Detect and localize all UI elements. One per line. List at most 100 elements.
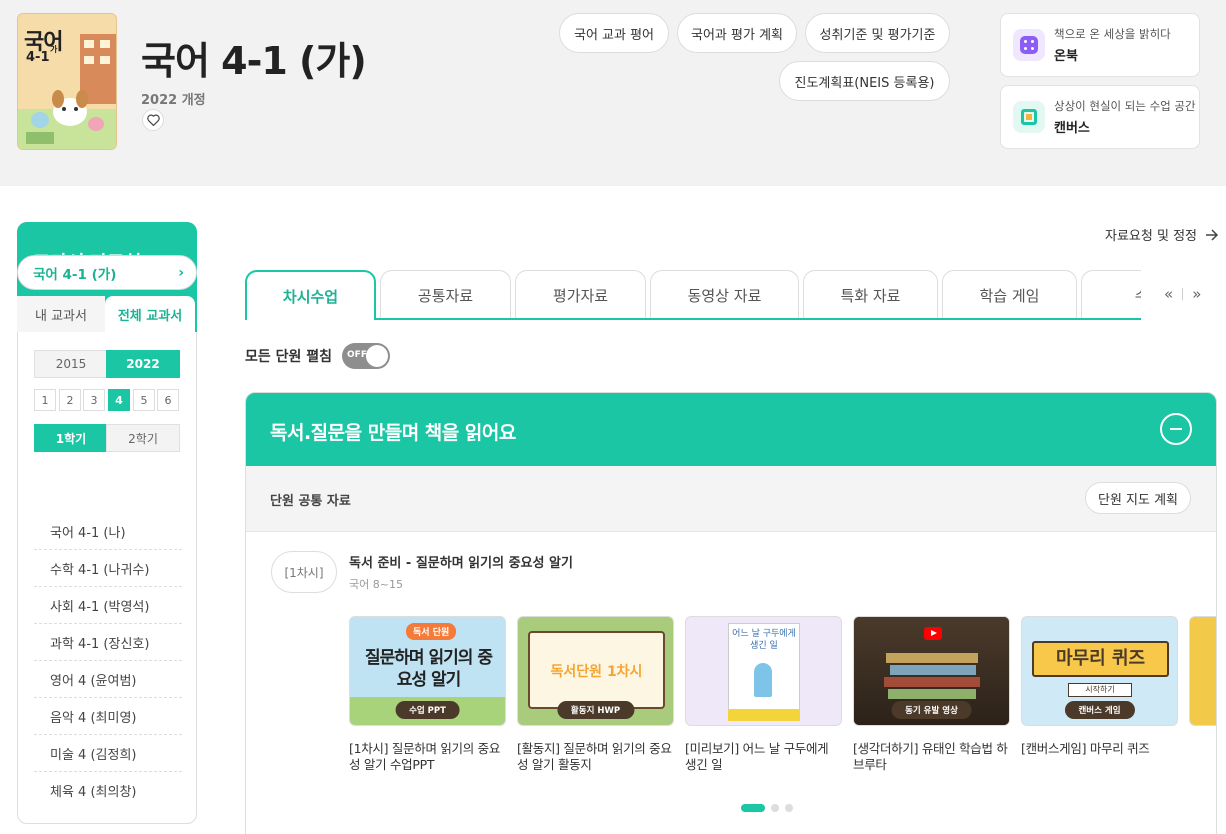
grade-option-5[interactable]: 5 xyxy=(133,389,155,411)
subject-eval-button[interactable]: 국어 교과 평어 xyxy=(559,13,669,53)
resource-card[interactable]: 동기 유발 영상 [생각더하기] 유태인 학습법 하브루타 xyxy=(853,616,1010,777)
thumb-title: 질문하며 읽기의 중요성 알기 xyxy=(365,648,493,691)
thumb-start-label: 시작하기 xyxy=(1068,683,1132,697)
ppt-thumbnail: 독서 단원 질문하며 읽기의 중요성 알기 수업 PPT xyxy=(349,616,506,726)
resource-tabs: 차시수업 공통자료 평가자료 동영상 자료 특화 자료 학습 게임 수학 xyxy=(245,270,1141,320)
expand-all-label: 모든 단원 펼침 xyxy=(245,349,333,365)
sidebar-book-item[interactable]: 음악 4 (최미영) xyxy=(34,698,182,735)
unit-header: 독서.질문을 만들며 책을 읽어요 xyxy=(246,393,1216,466)
sidebar-book-item[interactable]: 영어 4 (윤여범) xyxy=(34,661,182,698)
expand-all-toggle[interactable]: OFF xyxy=(342,343,391,369)
tab-math[interactable]: 수학 xyxy=(1081,270,1141,320)
collapse-icon[interactable] xyxy=(1160,413,1192,445)
sidebar-book-item[interactable]: 사회 4-1 (박영석) xyxy=(34,587,182,624)
book-preview-thumbnail: 어느 날 구두에게 생긴 일 xyxy=(685,616,842,726)
resource-caption: [생각더하기] 유태인 학습법 하브루타 xyxy=(853,741,1008,773)
carousel-dot-active[interactable] xyxy=(741,804,765,812)
tab-special[interactable]: 특화 자료 xyxy=(803,270,938,320)
sidebar-book-item[interactable]: 과학 4-1 (장신호) xyxy=(34,624,182,661)
canvas-name: 캔버스 xyxy=(1054,121,1090,136)
sidebar-book-item[interactable]: 국어 4-1 (나) xyxy=(34,513,182,550)
sidebar-book-item[interactable]: 수학 4-1 (나귀수) xyxy=(34,550,182,587)
tab-scroll-controls: « » xyxy=(1164,285,1201,303)
tab-evaluation[interactable]: 평가자료 xyxy=(515,270,646,320)
video-thumbnail: 동기 유발 영상 xyxy=(853,616,1010,726)
toggle-state: OFF xyxy=(347,350,367,360)
canvas-icon xyxy=(1013,101,1045,133)
year-option-2022[interactable]: 2022 xyxy=(106,350,180,378)
heart-icon xyxy=(146,114,160,126)
year-option-2015[interactable]: 2015 xyxy=(34,350,108,378)
request-correction-label: 자료요청 및 정정 xyxy=(1105,229,1197,244)
semester-option-2[interactable]: 2학기 xyxy=(106,424,180,452)
book-header: 국어 4-1 가 국어 4-1 (가) 2022 개정 국어 교과 평어 국어과… xyxy=(0,0,1226,186)
tab-video[interactable]: 동영상 자료 xyxy=(650,270,799,320)
carousel-dot[interactable] xyxy=(771,804,779,812)
resource-card[interactable]: 독서단원 1차시 활동지 HWP [활동지] 질문하며 읽기의 중요성 알기 활… xyxy=(517,616,674,777)
unit-plan-button[interactable]: 단원 지도 계획 xyxy=(1085,482,1191,514)
thumb-chip: 동기 유발 영상 xyxy=(891,701,972,719)
carousel-dot[interactable] xyxy=(785,804,793,812)
toggle-knob xyxy=(366,345,389,367)
sidebar-book-item-active[interactable]: 국어 4-1 (가) › xyxy=(17,255,197,290)
unit-common-row: 단원 공통 자료 단원 지도 계획 xyxy=(246,466,1216,532)
tab-prev-icon[interactable]: « xyxy=(1164,285,1173,303)
resource-card[interactable]: 독서 단원 질문하며 읽기의 중요성 알기 수업 PPT [1차시] 질문하며 … xyxy=(349,616,506,777)
worksheet-thumbnail: 독서단원 1차시 활동지 HWP xyxy=(517,616,674,726)
grade-option-3[interactable]: 3 xyxy=(83,389,105,411)
thumbnail xyxy=(1189,616,1216,726)
grade-option-4[interactable]: 4 xyxy=(108,389,130,411)
resource-caption: [캔버스게임] 마무리 퀴즈 xyxy=(1021,741,1150,756)
onbook-name: 온북 xyxy=(1054,49,1078,64)
resource-card[interactable]: 어느 날 구두에게 생긴 일 [미리보기] 어느 날 구두에게 생긴 일 xyxy=(685,616,842,777)
grade-option-1[interactable]: 1 xyxy=(34,389,56,411)
resource-card[interactable]: 마무리 퀴즈 시작하기 캔버스 게임 [캔버스게임] 마무리 퀴즈 xyxy=(1021,616,1178,777)
divider xyxy=(1182,288,1184,300)
tab-common[interactable]: 공통자료 xyxy=(380,270,511,320)
resource-card[interactable] xyxy=(1189,616,1216,726)
sidebar-book-item[interactable]: 체육 4 (최의창) xyxy=(34,772,182,809)
canvas-promo[interactable]: 상상이 현실이 되는 수업 공간 캔버스 xyxy=(1000,85,1200,149)
book-cover-image: 국어 4-1 가 xyxy=(17,13,117,150)
arrow-right-icon xyxy=(1206,228,1219,241)
semester-option-1[interactable]: 1학기 xyxy=(34,424,108,452)
carousel-pagination xyxy=(741,804,793,812)
standards-button[interactable]: 성취기준 및 평가기준 xyxy=(805,13,950,53)
sidebar-book-item[interactable]: 미술 4 (김정희) xyxy=(34,735,182,772)
favorite-button[interactable] xyxy=(142,109,164,131)
cover-grade: 4-1 xyxy=(26,50,50,65)
onbook-promo[interactable]: 책으로 온 세상을 밝히다 온북 xyxy=(1000,13,1200,77)
tab-all-textbooks[interactable]: 전체 교과서 xyxy=(105,296,195,332)
chevron-right-icon: › xyxy=(178,265,184,281)
progress-plan-button[interactable]: 진도계획표(NEIS 등록용) xyxy=(779,61,950,101)
tab-next-icon[interactable]: » xyxy=(1192,285,1201,303)
resource-caption: [1차시] 질문하며 읽기의 중요성 알기 수업PPT xyxy=(349,741,501,773)
thumb-chip: 캔버스 게임 xyxy=(1064,701,1135,719)
tab-underline xyxy=(245,318,1141,320)
canvas-tagline: 상상이 현실이 되는 수업 공간 xyxy=(1054,99,1196,113)
thumb-badge: 독서 단원 xyxy=(406,623,457,640)
eval-plan-button[interactable]: 국어과 평가 계획 xyxy=(677,13,797,53)
grade-option-6[interactable]: 6 xyxy=(157,389,179,411)
grade-option-2[interactable]: 2 xyxy=(59,389,81,411)
cover-volume: 가 xyxy=(50,45,58,54)
thumb-chip: 활동지 HWP xyxy=(556,701,635,719)
youtube-play-icon xyxy=(924,627,942,640)
request-correction-link[interactable]: 자료요청 및 정정 xyxy=(1105,225,1219,244)
thumb-title: 어느 날 구두에게 생긴 일 xyxy=(732,629,796,651)
tab-game[interactable]: 학습 게임 xyxy=(942,270,1077,320)
page-title: 국어 4-1 (가) xyxy=(141,39,367,83)
lesson-title: 독서 준비 - 질문하며 읽기의 중요성 알기 xyxy=(349,556,573,571)
edition-label: 2022 개정 xyxy=(141,93,206,108)
tab-my-textbooks[interactable]: 내 교과서 xyxy=(17,296,105,332)
resource-caption: [활동지] 질문하며 읽기의 중요성 알기 활동지 xyxy=(517,741,672,773)
active-book-label: 국어 4-1 (가) xyxy=(33,266,117,283)
lesson-pages: 국어 8~15 xyxy=(349,578,403,591)
resource-caption: [미리보기] 어느 날 구두에게 생긴 일 xyxy=(685,741,829,773)
onbook-icon xyxy=(1013,29,1045,61)
textbook-sidebar: 교과서 자료실 내 교과서 전체 교과서 2015 2022 1 2 3 4 5… xyxy=(17,222,197,824)
game-thumbnail: 마무리 퀴즈 시작하기 캔버스 게임 xyxy=(1021,616,1178,726)
tab-lesson[interactable]: 차시수업 xyxy=(245,270,376,320)
thumb-title: 독서단원 1차시 xyxy=(550,664,643,680)
thumb-chip: 수업 PPT xyxy=(395,701,460,719)
